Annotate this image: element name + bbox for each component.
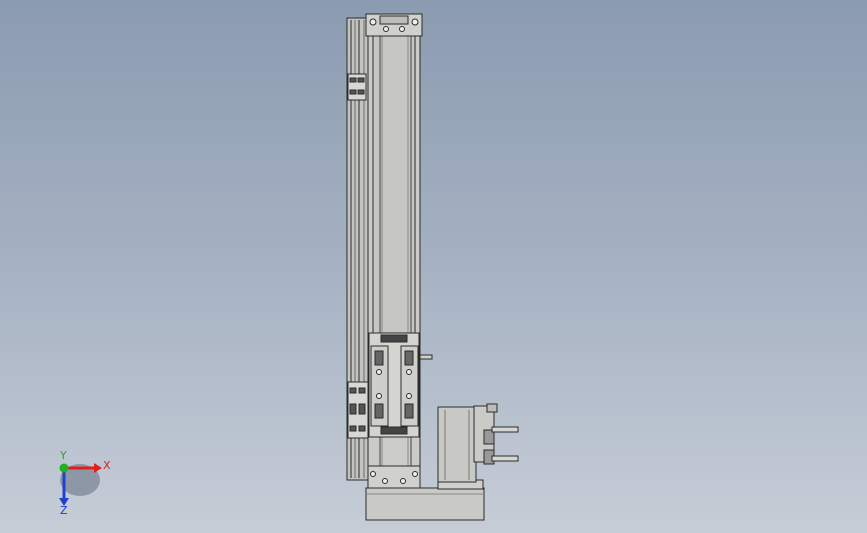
axis-triad: X Y Z — [59, 449, 111, 517]
y-axis-label: Y — [59, 449, 67, 462]
y-axis-point — [59, 463, 69, 473]
x-axis-label: X — [103, 459, 111, 472]
carriage-slider — [368, 332, 433, 438]
linear-actuator-assembly — [346, 13, 519, 521]
x-axis-arrowhead — [94, 463, 102, 473]
top-end-cap — [365, 13, 423, 37]
bottom-end-cap — [367, 465, 421, 489]
cad-viewport[interactable]: X Y Z — [0, 0, 867, 533]
z-axis-label: Z — [60, 504, 68, 517]
servo-motor — [437, 403, 519, 483]
side-profile-rail — [346, 17, 370, 481]
